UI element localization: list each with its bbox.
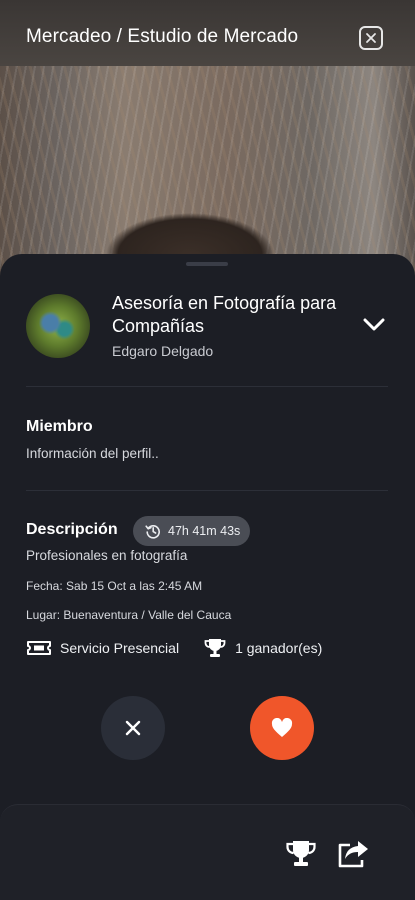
event-date: Fecha: Sab 15 Oct a las 2:45 AM — [26, 579, 203, 593]
event-location: Lugar: Buenaventura / Valle del Cauca — [26, 608, 232, 622]
divider — [26, 386, 388, 387]
author-name: Edgaro Delgado — [112, 343, 214, 359]
service-type: Servicio Presencial — [26, 639, 179, 657]
service-type-text: Servicio Presencial — [60, 640, 180, 656]
dismiss-button[interactable] — [101, 696, 165, 760]
sheet-grabber[interactable] — [186, 262, 228, 266]
history-icon — [145, 525, 160, 539]
countdown-text: 47h 41m 43s — [168, 524, 241, 538]
member-label: Miembro — [26, 418, 93, 435]
close-icon — [366, 33, 376, 43]
chevron-down-icon[interactable] — [362, 316, 386, 334]
x-icon — [125, 720, 141, 736]
winners-count: 1 ganador(es) — [203, 637, 322, 659]
description-label: Descripción — [26, 521, 118, 538]
header-bar: Mercadeo / Estudio de Mercado — [0, 0, 415, 66]
avatar[interactable] — [26, 294, 90, 358]
close-button[interactable] — [359, 26, 383, 50]
member-info-link[interactable]: Información del perfil.. — [26, 446, 159, 461]
description-text: Profesionales en fotografía — [26, 548, 188, 563]
ticket-icon — [27, 641, 51, 655]
countdown-badge: 47h 41m 43s — [133, 516, 250, 546]
heart-icon — [271, 718, 293, 737]
trophy-icon[interactable] — [284, 839, 318, 869]
card-title: Asesoría en Fotografía para Compañías — [112, 293, 337, 336]
detail-sheet: Asesoría en Fotografía para Compañías Ed… — [0, 254, 415, 900]
trophy-icon — [204, 639, 226, 657]
divider — [26, 490, 388, 491]
like-button[interactable] — [250, 696, 314, 760]
breadcrumb: Mercadeo / Estudio de Mercado — [26, 26, 299, 47]
meta-row: Servicio Presencial 1 ganador(es) — [26, 637, 346, 659]
winners-text: 1 ganador(es) — [235, 640, 323, 656]
share-icon[interactable] — [336, 839, 370, 869]
bottom-bar — [0, 804, 415, 900]
